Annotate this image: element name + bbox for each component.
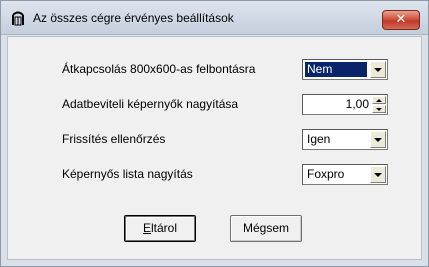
setting-label-zoom: Adatbeviteli képernyők nagyítása	[62, 97, 239, 111]
save-accelerator: E	[142, 221, 151, 235]
gate-icon	[10, 10, 26, 26]
setting-label-resolution: Átkapcsolás 800x600-as felbontásra	[62, 62, 256, 76]
list-zoom-select[interactable]: Foxpro	[302, 164, 388, 185]
save-button[interactable]: Eltárol	[124, 215, 196, 242]
zoom-value[interactable]: 1,00	[346, 97, 369, 112]
setting-label-list-zoom: Képernyős lista nagyítás	[62, 167, 193, 181]
chevron-down-icon[interactable]	[370, 61, 386, 78]
settings-panel: Átkapcsolás 800x600-as felbontásra Nem A…	[7, 36, 422, 260]
update-check-select[interactable]: Igen	[302, 129, 388, 150]
close-button[interactable]: ✕	[382, 10, 420, 30]
update-check-value: Igen	[307, 132, 331, 146]
window-title: Az összes cégre érvényes beállítások	[33, 11, 234, 25]
resolution-select[interactable]: Nem	[302, 59, 388, 80]
close-icon: ✕	[395, 12, 407, 27]
chevron-down-icon[interactable]	[370, 131, 386, 148]
zoom-spinner-buttons	[372, 96, 386, 113]
cancel-button[interactable]: Mégsem	[230, 215, 302, 242]
save-label: ltárol	[151, 221, 178, 235]
chevron-down-icon[interactable]	[370, 166, 386, 183]
spin-up-icon[interactable]	[372, 96, 386, 104]
spin-down-icon[interactable]	[372, 105, 386, 113]
zoom-spinner[interactable]: 1,00	[302, 94, 388, 115]
setting-label-update-check: Frissítés ellenőrzés	[62, 132, 166, 146]
dialog-window: Az összes cégre érvényes beállítások ✕ Á…	[0, 0, 429, 267]
title-bar[interactable]: Az összes cégre érvényes beállítások ✕	[1, 1, 428, 35]
resolution-value: Nem	[305, 62, 367, 77]
list-zoom-value: Foxpro	[307, 167, 345, 181]
